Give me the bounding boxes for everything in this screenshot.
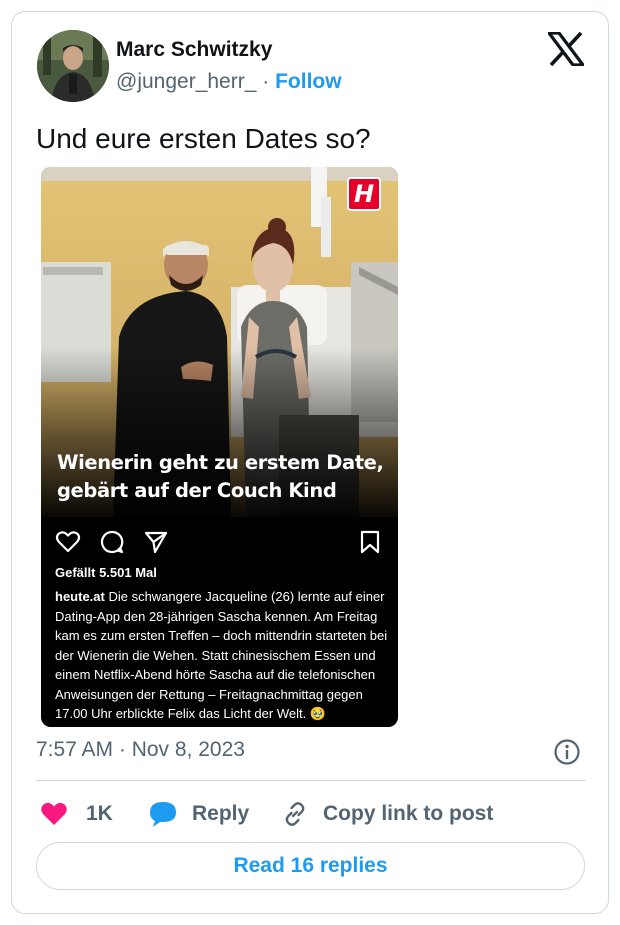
- author-name[interactable]: Marc Schwitzky: [116, 38, 272, 62]
- read-replies-button[interactable]: Read 16 replies: [36, 842, 585, 890]
- brand-badge: H: [347, 177, 381, 211]
- handle-separator: ·: [256, 70, 276, 93]
- send-icon[interactable]: [143, 529, 169, 555]
- comment-icon[interactable]: [99, 529, 125, 555]
- brand-badge-letter: H: [353, 180, 375, 208]
- instagram-likes: Gefällt 5.501 Mal: [55, 565, 157, 580]
- headline-line-1: Wienerin geht zu erstem Date,: [57, 451, 384, 474]
- tweet-timestamp[interactable]: 7:57 AM · Nov 8, 2023: [36, 738, 245, 762]
- bookmark-icon[interactable]: [357, 529, 383, 555]
- copy-link-action[interactable]: Copy link to post: [281, 797, 493, 831]
- like-action[interactable]: 1K: [40, 797, 113, 831]
- reply-action[interactable]: Reply: [148, 797, 249, 831]
- instagram-caption: heute.at Die schwangere Jacqueline (26) …: [55, 587, 390, 724]
- tweet-media[interactable]: H Wienerin geht zu erstem Date, gebärt a…: [41, 167, 398, 727]
- headline-line-2: gebärt auf der Couch Kind: [57, 479, 337, 502]
- link-icon: [285, 802, 305, 826]
- divider: [36, 780, 586, 781]
- author-handle[interactable]: @junger_herr_: [116, 70, 256, 93]
- like-count: 1K: [86, 802, 113, 825]
- reply-bubble-icon: [150, 802, 176, 827]
- caption-text: Die schwangere Jacqueline (26) lernte au…: [55, 589, 388, 721]
- tweet-text: Und eure ersten Dates so?: [36, 123, 371, 154]
- copy-link-label: Copy link to post: [323, 802, 494, 825]
- follow-button[interactable]: Follow: [275, 70, 342, 93]
- instagram-post-footer: Gefällt 5.501 Mal heute.at Die schwanger…: [41, 517, 398, 727]
- avatar[interactable]: [37, 30, 109, 102]
- heart-outline-icon[interactable]: [55, 529, 81, 555]
- reply-label: Reply: [192, 802, 250, 825]
- tweet-card: Marc Schwitzky @junger_herr_ · Follow Un…: [11, 11, 609, 914]
- caption-account: heute.at: [55, 589, 105, 604]
- author-handle-row: @junger_herr_ · Follow: [116, 70, 342, 94]
- media-headline: Wienerin geht zu erstem Date, gebärt auf…: [57, 449, 387, 505]
- x-logo-icon[interactable]: [545, 31, 587, 67]
- info-icon[interactable]: [553, 738, 581, 766]
- heart-icon: [41, 802, 67, 825]
- avatar-photo: [37, 30, 109, 102]
